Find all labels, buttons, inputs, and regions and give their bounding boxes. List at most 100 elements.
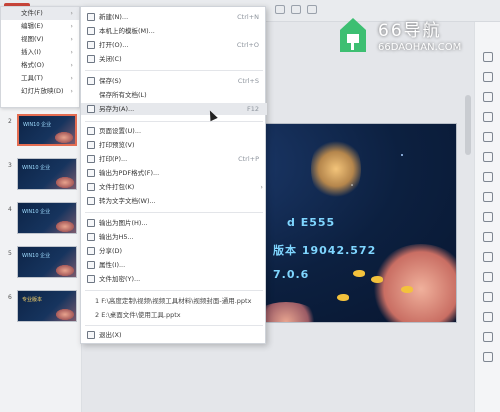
share-icon: [87, 247, 95, 255]
menu-item-label: 视图(V): [21, 35, 44, 43]
menu-item-label: 插入(I): [21, 48, 41, 56]
recent-file-item[interactable]: 2 E:\桌面文件\使用工具.pptx: [95, 309, 181, 321]
menu-label: 保存所有文档(L): [99, 91, 147, 99]
thumbnail-row[interactable]: 4 WIN10 企业: [0, 202, 82, 234]
menu-label: 新建(N)...: [99, 13, 129, 21]
menu-save-all[interactable]: 保存所有文档(L): [81, 89, 267, 101]
menu-label: 属性(I)...: [99, 261, 126, 269]
right-toolbar: [474, 22, 500, 412]
menu-label: 另存为(A)...: [99, 105, 135, 113]
menu-item-edit[interactable]: 编辑(E) ›: [1, 20, 79, 33]
vertical-scrollbar[interactable]: [465, 95, 471, 155]
menu-item-file[interactable]: 文件(F) ›: [1, 7, 79, 20]
thumbnail-number: 6: [8, 294, 12, 301]
group-icon[interactable]: [483, 312, 493, 322]
menu-properties[interactable]: 属性(I)...: [81, 259, 267, 271]
thumbnail-slide[interactable]: WIN10 企业: [17, 202, 77, 234]
thumbnail-row[interactable]: 3 WIN10 企业: [0, 158, 82, 190]
print-preview-icon: [87, 141, 95, 149]
chevron-right-icon: ›: [260, 183, 263, 191]
menu-item-insert[interactable]: 插入(I) ›: [1, 46, 79, 59]
chevron-right-icon: ›: [70, 61, 73, 69]
menu-page-setup[interactable]: 页面设置(U)...: [81, 125, 267, 137]
menu-save-as[interactable]: 另存为(A)... F12: [81, 103, 267, 115]
transition-icon[interactable]: [483, 172, 493, 182]
pdf-icon: [87, 169, 95, 177]
menu-item-label: 格式(O): [21, 61, 45, 69]
settings-icon[interactable]: [483, 192, 493, 202]
menu-label: 打开(O)...: [99, 41, 129, 49]
thumbnail-number: 3: [8, 162, 12, 169]
watermark-url: 66DAOHAN.COM: [378, 42, 462, 53]
shape-icon[interactable]: [483, 92, 493, 102]
menu-new[interactable]: 新建(N)... Ctrl+N: [81, 11, 267, 23]
menu-exit[interactable]: 退出(X): [81, 329, 267, 341]
menu-encrypt[interactable]: 文件加密(Y)...: [81, 273, 267, 285]
menu-export-h5[interactable]: 输出为H5...: [81, 231, 267, 243]
redo-icon[interactable]: [291, 5, 301, 14]
thumbnail-slide[interactable]: WIN10 企业: [17, 158, 77, 190]
fish-icon: [353, 270, 365, 277]
animation-icon[interactable]: [483, 112, 493, 122]
slide-text-line: 7.0.6: [273, 268, 310, 281]
thumbnail-row[interactable]: 2 WIN10 企业: [0, 114, 82, 146]
save-icon: [87, 77, 95, 85]
menu-label: 本机上的模板(M)...: [99, 27, 155, 35]
recent-file-item[interactable]: 1 F:\高度定制\视频\视频工具材料\视频封面-通用.pptx: [95, 295, 251, 307]
menu-item-format[interactable]: 格式(O) ›: [1, 59, 79, 72]
thumbnail-slide[interactable]: 专业版本: [17, 290, 77, 322]
menu-close[interactable]: 关闭(C): [81, 53, 267, 65]
menu-label: 分享(D): [99, 247, 123, 255]
chevron-right-icon: ›: [70, 35, 73, 43]
menu-separator: [85, 212, 263, 213]
slide-thumbnail-pane: 2 WIN10 企业 3 WIN10 企业 4 WIN10 企业 5 WIN10…: [0, 108, 82, 412]
h5-icon: [87, 233, 95, 241]
thumbnail-slide[interactable]: WIN10 企业: [17, 246, 77, 278]
thumbnail-row[interactable]: 5 WIN10 企业: [0, 246, 82, 278]
thumbnail-number: 5: [8, 250, 12, 257]
audio-icon[interactable]: [483, 252, 493, 262]
menu-save[interactable]: 保存(S) Ctrl+S: [81, 75, 267, 87]
fish-icon: [337, 294, 349, 301]
thumbnail-title: WIN10 企业: [22, 253, 51, 259]
menu-package[interactable]: 文件打包(K) ›: [81, 181, 267, 193]
thumbnail-row[interactable]: 6 专业版本: [0, 290, 82, 322]
menu-label: 打印(P)...: [99, 155, 128, 163]
menu-template[interactable]: 本机上的模板(M)...: [81, 25, 267, 37]
menu-print[interactable]: 打印(P)... Ctrl+P: [81, 153, 267, 165]
link-icon[interactable]: [483, 272, 493, 282]
menu-label: 保存(S): [99, 77, 122, 85]
menu-export-pdf[interactable]: 输出为PDF格式(F)...: [81, 167, 267, 179]
menu-to-word[interactable]: 转为文字文档(W)...: [81, 195, 267, 207]
exit-icon: [87, 331, 95, 339]
undo-icon[interactable]: [275, 5, 285, 14]
printer-icon: [87, 155, 95, 163]
menu-open[interactable]: 打开(O)... Ctrl+O: [81, 39, 267, 51]
save-as-icon: [87, 105, 95, 113]
image-icon: [87, 219, 95, 227]
layout-icon[interactable]: [483, 72, 493, 82]
menu-label: 文件加密(Y)...: [99, 275, 141, 283]
menu-item-tools[interactable]: 工具(T) ›: [1, 72, 79, 85]
properties-icon: [87, 261, 95, 269]
menu-item-slideshow[interactable]: 幻灯片放映(D) ›: [1, 85, 79, 98]
menu-export-image[interactable]: 输出为图片(H)...: [81, 217, 267, 229]
location-icon[interactable]: [483, 332, 493, 342]
table-icon[interactable]: [483, 232, 493, 242]
chevron-right-icon: ›: [70, 9, 73, 17]
style-icon[interactable]: [483, 132, 493, 142]
thumbnail-slide[interactable]: WIN10 企业: [17, 114, 77, 146]
media-icon[interactable]: [483, 212, 493, 222]
text-icon[interactable]: [483, 352, 493, 362]
open-folder-icon: [87, 41, 95, 49]
menu-share[interactable]: 分享(D): [81, 245, 267, 257]
loop-icon[interactable]: [483, 292, 493, 302]
menu-item-label: 文件(F): [21, 9, 43, 17]
menu-item-view[interactable]: 视图(V) ›: [1, 33, 79, 46]
menu-separator: [85, 290, 263, 291]
fill-icon[interactable]: [483, 152, 493, 162]
format-icon[interactable]: [307, 5, 317, 14]
menu-item-label: 幻灯片放映(D): [21, 87, 64, 95]
menu-print-preview[interactable]: 打印预览(V): [81, 139, 267, 151]
watermark-title: 66导航: [378, 21, 442, 41]
